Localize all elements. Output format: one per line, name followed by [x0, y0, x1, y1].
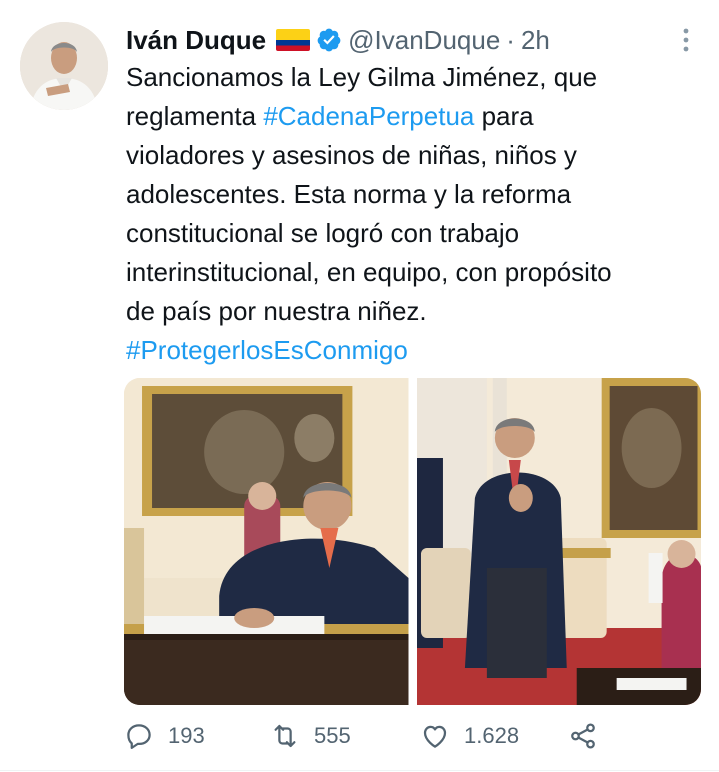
tweet-text-line: violadores y asesinos de niñas, niños y — [126, 136, 696, 175]
tweet-text-line: interinstitucional, en equipo, con propó… — [126, 253, 696, 292]
retweet-count: 555 — [314, 723, 351, 748]
photo-applause[interactable] — [416, 378, 701, 705]
reply-count: 193 — [168, 723, 205, 748]
tweet-text-line: constitucional se logró con trabajo — [126, 214, 696, 253]
hashtag-link-protegerlosesconmigo[interactable]: #ProtegerlosEsConmigo — [126, 335, 408, 365]
photo-signing[interactable] — [124, 378, 409, 705]
tweet-media — [124, 378, 701, 705]
tweet-text-segment: violadores y asesinos de niñas, niños y — [126, 140, 577, 170]
tweet-text-line: adolescentes. Esta norma y la reforma — [126, 175, 696, 214]
header-separator: · — [506, 24, 515, 55]
verified-badge-icon — [316, 27, 342, 53]
tweet-header: Iván Duque @IvanDuque · 2h — [126, 22, 550, 58]
tweet-text-segment: de país por nuestra niñez. — [126, 296, 427, 326]
reply-icon — [127, 724, 151, 749]
author-name[interactable]: Iván Duque — [126, 25, 266, 56]
tweet-text-line: Sancionamos la Ley Gilma Jiménez, que — [126, 58, 696, 97]
tweet-text-segment: Sancionamos la Ley Gilma Jiménez, que — [126, 62, 598, 92]
avatar-image — [20, 22, 108, 110]
avatar[interactable] — [20, 22, 108, 110]
more-options-icon[interactable] — [676, 26, 696, 54]
retweet-icon — [274, 724, 296, 748]
author-handle[interactable]: @IvanDuque — [348, 25, 500, 56]
hashtag-link-cadenaperpetua[interactable]: #CadenaPerpetua — [263, 101, 474, 131]
reply-button[interactable]: 193 — [124, 718, 205, 754]
tweet-text-segment: interinstitucional, en equipo, con propó… — [126, 257, 612, 287]
tweet-divider — [0, 770, 719, 771]
tweet-text-line: de país por nuestra niñez. — [126, 292, 696, 331]
tweet-text: Sancionamos la Ley Gilma Jiménez, que re… — [126, 58, 696, 370]
like-icon — [423, 725, 447, 748]
tweet-text-segment: constitucional se logró con trabajo — [126, 218, 520, 248]
tweet-text-line: reglamenta #CadenaPerpetua para — [126, 97, 696, 136]
tweet-time[interactable]: 2h — [521, 25, 550, 56]
tweet[interactable]: Iván Duque @IvanDuque · 2h Sancionamos l… — [0, 0, 719, 772]
like-count: 1.628 — [464, 723, 520, 748]
tweet-actions: 193 555 1.628 — [124, 718, 684, 754]
tweet-text-line: #ProtegerlosEsConmigo — [126, 331, 696, 370]
retweet-button[interactable]: 555 — [270, 718, 351, 754]
like-button[interactable]: 1.628 — [420, 718, 519, 754]
share-icon — [571, 723, 595, 749]
tweet-text-segment: reglamenta — [126, 101, 264, 131]
tweet-text-segment: para — [474, 101, 534, 131]
tweet-text-segment: adolescentes. Esta norma y la reforma — [126, 179, 572, 209]
share-button[interactable] — [568, 718, 612, 754]
colombia-flag-icon — [276, 29, 311, 51]
